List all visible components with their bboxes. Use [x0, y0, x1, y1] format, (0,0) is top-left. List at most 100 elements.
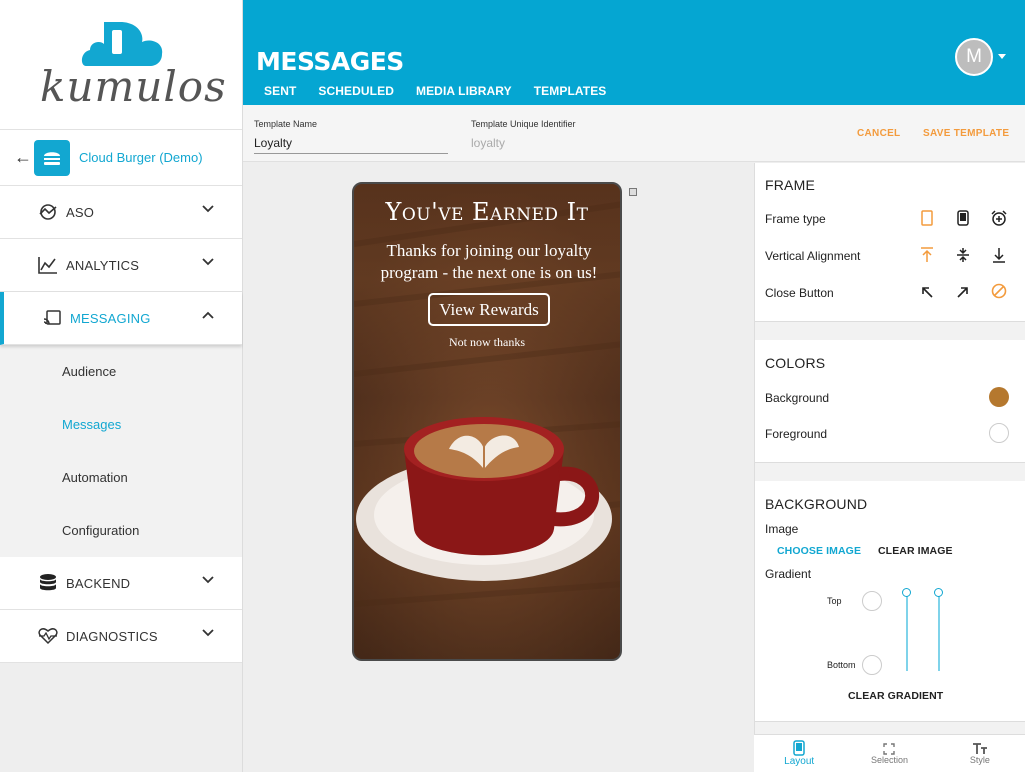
- heartbeat-icon: [38, 626, 58, 646]
- app-header: MESSAGES SENT SCHEDULED MEDIA LIBRARY TE…: [243, 0, 1025, 109]
- chevron-down-icon: [202, 258, 214, 266]
- template-name-field: Template Name Loyalty: [254, 119, 448, 154]
- template-id-label: Template Unique Identifier: [471, 119, 576, 129]
- sub-item-configuration[interactable]: Configuration: [0, 504, 242, 557]
- arrow-top-left-icon[interactable]: [918, 283, 936, 301]
- message-preview[interactable]: You've Earned It Thanks for joining our …: [352, 182, 622, 661]
- nav-label: ASO: [66, 204, 95, 220]
- close-button-label: Close Button: [765, 286, 834, 300]
- gradient-bottom-label: Bottom: [827, 660, 856, 670]
- page-title: MESSAGES: [256, 47, 404, 76]
- background-color-label: Background: [765, 391, 830, 405]
- tab-selection[interactable]: Selection: [844, 735, 934, 772]
- cloud-logo-icon: [81, 22, 163, 66]
- sub-item-audience[interactable]: Audience: [0, 345, 242, 398]
- gradient-bottom-slider-handle[interactable]: [934, 588, 943, 597]
- save-template-button[interactable]: SAVE TEMPLATE: [923, 128, 1009, 139]
- sub-item-messages[interactable]: Messages: [0, 398, 242, 451]
- message-title[interactable]: You've Earned It: [354, 198, 620, 226]
- tab-layout[interactable]: Layout: [754, 735, 844, 772]
- app-name: Cloud Burger (Demo): [79, 150, 203, 165]
- aso-icon: [38, 202, 58, 222]
- view-rewards-button[interactable]: View Rewards: [428, 293, 550, 326]
- frame-card: FRAME Frame type Vertical Alignment Clos…: [755, 163, 1025, 322]
- text-style-icon: [972, 742, 987, 754]
- alarm-add-icon[interactable]: [990, 209, 1008, 227]
- nav-label: MESSAGING: [70, 310, 151, 326]
- field-underline: [254, 153, 448, 154]
- message-body[interactable]: Thanks for joining our loyalty program -…: [362, 240, 616, 284]
- clear-image-button[interactable]: CLEAR IMAGE: [878, 545, 953, 557]
- avatar[interactable]: M: [955, 38, 993, 76]
- template-id-field: Template Unique Identifier loyalty: [471, 119, 671, 150]
- database-icon: [38, 573, 58, 593]
- foreground-color-label: Foreground: [765, 427, 828, 441]
- tab-selection-label: Selection: [870, 754, 908, 765]
- background-card: BACKGROUND Image CHOOSE IMAGE CLEAR IMAG…: [755, 481, 1025, 722]
- sub-item-automation[interactable]: Automation: [0, 451, 242, 504]
- chevron-down-icon: [202, 629, 214, 637]
- gradient-label: Gradient: [765, 567, 812, 581]
- caret-down-icon[interactable]: [998, 54, 1006, 59]
- vertical-alignment-label: Vertical Alignment: [765, 249, 861, 263]
- nav-item-diagnostics[interactable]: DIAGNOSTICS: [0, 610, 242, 663]
- cancel-button[interactable]: CANCEL: [857, 128, 900, 139]
- background-title: BACKGROUND: [765, 496, 868, 512]
- panel-bottom-nav: Layout Selection Style: [754, 734, 1025, 772]
- clear-gradient-button[interactable]: CLEAR GRADIENT: [848, 690, 943, 702]
- colors-title: COLORS: [765, 355, 826, 371]
- resize-handle-icon[interactable]: [629, 188, 637, 196]
- image-label: Image: [765, 522, 799, 536]
- template-id-input: loyalty: [471, 136, 506, 150]
- colors-card: COLORS Background Foreground: [755, 340, 1025, 463]
- gradient-bottom-slider-track[interactable]: [938, 591, 940, 671]
- align-top-icon[interactable]: [918, 246, 936, 264]
- frame-type-label: Frame type: [765, 212, 826, 226]
- properties-panel: FRAME Frame type Vertical Alignment Clos…: [754, 163, 1025, 772]
- nav-item-backend[interactable]: BACKEND: [0, 557, 242, 610]
- coffee-cup-image: [356, 417, 612, 581]
- editor-canvas: You've Earned It Thanks for joining our …: [243, 163, 754, 772]
- align-center-icon[interactable]: [954, 246, 972, 264]
- arrow-top-right-icon[interactable]: [954, 283, 972, 301]
- gradient-top-label: Top: [827, 596, 842, 606]
- nav-label: DIAGNOSTICS: [66, 628, 158, 644]
- chevron-down-icon: [202, 576, 214, 584]
- nav-item-aso[interactable]: ASO: [0, 186, 242, 239]
- cast-icon: [42, 308, 62, 328]
- selection-icon: [883, 742, 896, 755]
- template-name-label: Template Name: [254, 119, 318, 129]
- logo-text: kumulos: [40, 62, 227, 111]
- burger-app-icon: [34, 139, 70, 176]
- choose-image-button[interactable]: CHOOSE IMAGE: [777, 545, 861, 557]
- template-name-input[interactable]: Loyalty: [254, 136, 448, 150]
- frame-title: FRAME: [765, 177, 815, 193]
- background-color-swatch[interactable]: [989, 387, 1009, 407]
- foreground-color-swatch[interactable]: [989, 423, 1009, 443]
- tab-style[interactable]: Style: [935, 735, 1025, 772]
- arrow-left-icon[interactable]: ←: [14, 147, 34, 168]
- gradient-top-slider-handle[interactable]: [902, 588, 911, 597]
- frame-phone-icon[interactable]: [954, 209, 972, 227]
- chart-icon: [38, 255, 58, 275]
- nav-item-messaging[interactable]: MESSAGING: [0, 292, 242, 345]
- chevron-down-icon: [202, 205, 214, 213]
- frame-fullscreen-icon[interactable]: [918, 209, 936, 227]
- no-close-icon[interactable]: [990, 282, 1008, 300]
- nav-label: ANALYTICS: [66, 257, 140, 273]
- template-toolbar: Template Name Loyalty Template Unique Id…: [243, 105, 1025, 162]
- chevron-up-icon: [202, 311, 214, 319]
- tab-layout-label: Layout: [784, 756, 815, 767]
- app-selector[interactable]: ← Cloud Burger (Demo): [0, 130, 242, 186]
- nav-item-analytics[interactable]: ANALYTICS: [0, 239, 242, 292]
- tab-style-label: Style: [969, 754, 990, 765]
- gradient-top-color[interactable]: [862, 591, 882, 611]
- messaging-submenu: Audience Messages Automation Configurati…: [0, 345, 242, 557]
- phone-layout-icon: [793, 740, 805, 756]
- gradient-top-slider-track[interactable]: [906, 591, 908, 671]
- dismiss-link[interactable]: Not now thanks: [354, 335, 620, 350]
- gradient-bottom-color[interactable]: [862, 655, 882, 675]
- align-bottom-icon[interactable]: [990, 246, 1008, 264]
- sidebar: kumulos ← Cloud Burger (Demo) ASO ANALYT…: [0, 0, 243, 772]
- logo-area: kumulos: [0, 0, 242, 130]
